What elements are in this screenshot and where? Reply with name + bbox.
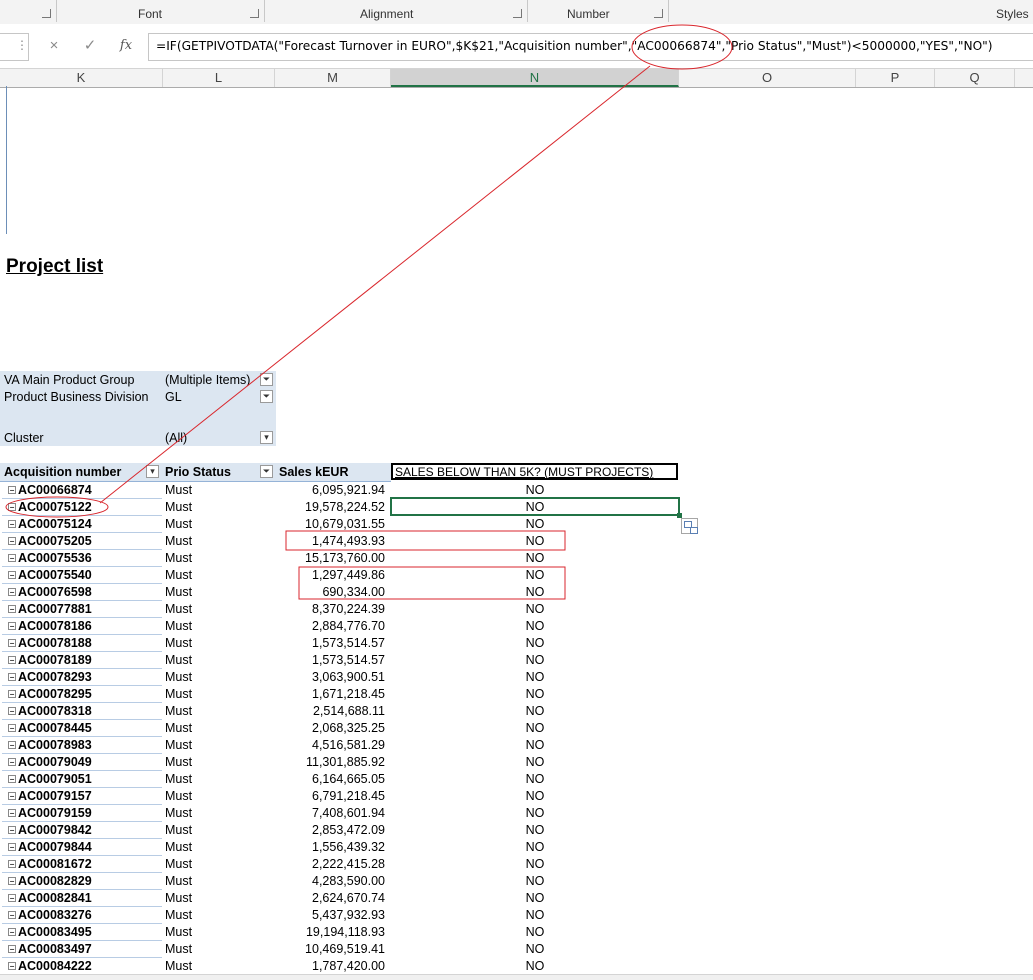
annotation-box-low-sales-2 [298, 566, 566, 600]
annotation-box-low-sales-1 [285, 530, 566, 551]
annotation-arrow-line [99, 65, 651, 504]
annotation-ellipse-formula [631, 24, 733, 70]
annotation-ellipse-row [5, 496, 109, 518]
horizontal-scrollbar[interactable] [0, 974, 1033, 980]
annotation-overlay [5, 24, 733, 600]
